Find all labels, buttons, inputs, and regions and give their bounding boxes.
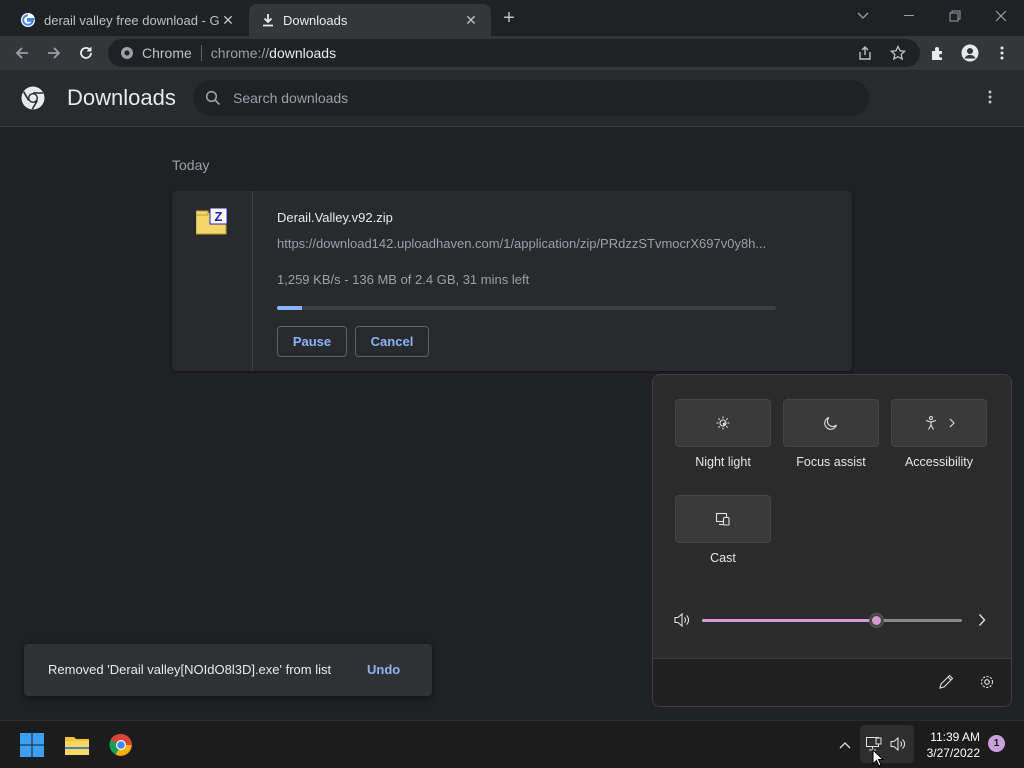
volume-slider-fill (702, 619, 877, 622)
edit-pencil-icon[interactable] (938, 674, 954, 690)
system-tray-button[interactable] (860, 725, 914, 763)
focus-assist-tile[interactable] (783, 399, 879, 447)
toast-message: Removed 'Derail valley[NOIdO8l3D].exe' f… (48, 662, 332, 677)
accessibility-tile[interactable] (891, 399, 987, 447)
night-light-label: Night light (695, 455, 751, 469)
downloads-header: Downloads Search downloads (0, 70, 1024, 127)
clock-date[interactable]: 3/27/2022 (915, 746, 980, 760)
chevron-right-icon (949, 418, 955, 428)
download-status: 1,259 KB/s - 136 MB of 2.4 GB, 31 mins l… (277, 272, 530, 287)
minimize-button[interactable] (886, 0, 932, 32)
chrome-chip[interactable]: Chrome (120, 45, 192, 61)
share-icon[interactable] (857, 45, 873, 61)
quick-settings-flyout: Night light Focus assist Accessibility C… (652, 374, 1012, 707)
tab-title: derail valley free download - Goo (44, 12, 220, 28)
tab-strip: derail valley free download - Goo ✕ Down… (0, 0, 1024, 36)
download-progress-bar (277, 306, 776, 310)
new-tab-button[interactable]: + (498, 7, 520, 29)
moon-icon (823, 415, 839, 431)
tab-google-search[interactable]: derail valley free download - Goo ✕ (8, 4, 248, 36)
url-scheme: chrome:// (210, 45, 270, 61)
omnibox-separator (200, 45, 202, 61)
tab-title: Downloads (283, 12, 348, 28)
mouse-cursor-icon (872, 749, 884, 767)
clock-time[interactable]: 11:39 AM (920, 730, 980, 744)
page-title: Downloads (67, 85, 176, 110)
download-progress-fill (277, 306, 302, 310)
forward-button[interactable] (40, 39, 68, 67)
volume-icon[interactable] (673, 612, 691, 628)
chrome-logo-icon (21, 86, 45, 110)
bookmark-star-icon[interactable] (890, 45, 906, 61)
accessibility-icon (923, 415, 939, 431)
extensions-icon[interactable] (924, 39, 952, 67)
night-light-tile[interactable] (675, 399, 771, 447)
svg-text:Z: Z (215, 209, 223, 224)
volume-slider-thumb[interactable] (869, 613, 885, 628)
cancel-button[interactable]: Cancel (355, 326, 429, 357)
chip-label: Chrome (142, 45, 192, 61)
close-tab-icon[interactable]: ✕ (463, 12, 479, 28)
search-placeholder: Search downloads (233, 90, 349, 106)
download-icon (261, 13, 275, 27)
cast-tile[interactable] (675, 495, 771, 543)
google-icon (20, 12, 36, 28)
back-button[interactable] (8, 39, 36, 67)
chevron-up-icon[interactable] (831, 731, 859, 759)
url-host: downloads (269, 45, 337, 61)
search-icon (205, 90, 221, 106)
card-divider (252, 191, 253, 371)
tab-downloads[interactable]: Downloads ✕ (249, 4, 491, 36)
windows-taskbar: 11:39 AM 3/27/2022 (0, 720, 1024, 768)
download-item-card: Z Derail.Valley.v92.zip https://download… (172, 191, 852, 371)
focus-assist-label: Focus assist (796, 455, 866, 469)
address-bar[interactable]: Chrome chrome://downloads (108, 39, 920, 67)
chrome-taskbar-icon[interactable] (107, 731, 135, 759)
notification-badge[interactable]: 1 (988, 735, 1005, 752)
close-tab-icon[interactable]: ✕ (220, 12, 236, 28)
quick-settings-footer (653, 658, 1011, 706)
browser-toolbar: Chrome chrome://downloads (0, 36, 1024, 70)
cast-label: Cast (710, 551, 736, 565)
cast-icon (715, 511, 731, 527)
tab-search-icon[interactable] (840, 0, 886, 32)
reload-button[interactable] (72, 39, 100, 67)
downloads-menu-icon[interactable] (984, 90, 996, 106)
removed-toast: Removed 'Derail valley[NOIdO8l3D].exe' f… (24, 644, 432, 696)
profile-avatar-icon[interactable] (956, 39, 984, 67)
date-section-label: Today (172, 157, 210, 173)
file-explorer-icon[interactable] (63, 731, 91, 759)
search-downloads-input[interactable]: Search downloads (193, 80, 869, 116)
close-window-button[interactable] (978, 0, 1024, 32)
restore-button[interactable] (932, 0, 978, 32)
winzip-icon: Z (196, 208, 228, 236)
file-name: Derail.Valley.v92.zip (277, 210, 393, 225)
undo-button[interactable]: Undo (367, 662, 400, 677)
windows-start-icon[interactable] (18, 731, 46, 759)
settings-gear-icon[interactable] (979, 674, 995, 690)
chrome-icon (120, 46, 134, 60)
accessibility-label: Accessibility (904, 455, 974, 469)
audio-output-chevron-icon[interactable] (978, 613, 986, 627)
volume-slider[interactable] (702, 613, 962, 628)
pause-button[interactable]: Pause (277, 326, 347, 357)
night-light-icon (715, 415, 731, 431)
file-url-link[interactable]: https://download142.uploadhaven.com/1/ap… (277, 236, 777, 251)
speaker-icon (890, 737, 908, 751)
chrome-menu-icon[interactable] (988, 39, 1016, 67)
